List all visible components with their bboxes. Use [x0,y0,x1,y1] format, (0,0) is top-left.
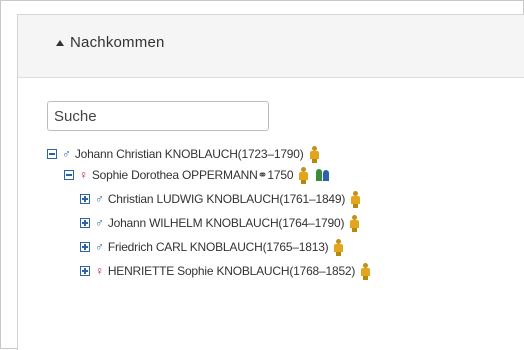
male-icon: ♂ [95,216,104,230]
panel-title: Nachkommen [70,34,165,51]
expand-toggle-icon[interactable] [80,218,90,228]
expand-toggle-icon[interactable] [80,266,90,276]
male-icon: ♂ [95,192,104,206]
collapse-toggle-icon[interactable] [64,170,74,180]
tree-node-label[interactable]: Friedrich CARL KNOBLAUCH(1765–1813) [108,240,329,254]
female-icon: ♀ [95,264,104,278]
female-icon: ♀ [79,168,88,182]
person-icon[interactable] [309,145,319,163]
male-icon: ♂ [95,240,104,254]
panel-header[interactable]: Nachkommen [18,15,524,78]
tree-node[interactable]: ♂ Johann WILHELM KNOBLAUCH(1764–1790) [80,214,360,232]
collapse-caret-icon[interactable] [56,40,64,46]
expand-toggle-icon[interactable] [80,242,90,252]
tree-node[interactable]: ♂ Friedrich CARL KNOBLAUCH(1765–1813) [80,238,344,256]
male-icon: ♂ [62,147,71,161]
search-input[interactable] [47,101,269,131]
tree-node[interactable]: ♀ Sophie Dorothea OPPERMANN⚭1750 [64,166,330,184]
tree-node-label[interactable]: HENRIETTE Sophie KNOBLAUCH(1768–1852) [108,264,356,278]
collapse-toggle-icon[interactable] [47,149,57,159]
tree-node-label[interactable]: Sophie Dorothea OPPERMANN⚭1750 [92,168,294,182]
tree-node[interactable]: ♂ Johann Christian KNOBLAUCH(1723–1790) [47,145,319,163]
couple-icon[interactable] [316,169,330,181]
person-icon[interactable] [299,166,309,184]
expand-toggle-icon[interactable] [80,194,90,204]
person-icon[interactable] [351,190,361,208]
tree-node[interactable]: ♀ HENRIETTE Sophie KNOBLAUCH(1768–1852) [80,262,371,280]
tree-node-label[interactable]: Johann Christian KNOBLAUCH(1723–1790) [75,147,304,161]
person-icon[interactable] [350,214,360,232]
tree-node[interactable]: ♂ Christian LUDWIG KNOBLAUCH(1761–1849) [80,190,361,208]
tree-node-label[interactable]: Johann WILHELM KNOBLAUCH(1764–1790) [108,216,345,230]
person-icon[interactable] [334,238,344,256]
person-icon[interactable] [361,262,371,280]
descendants-panel: Nachkommen ♂ Johann Christian KNOBLAUCH(… [17,14,524,350]
tree-node-label[interactable]: Christian LUDWIG KNOBLAUCH(1761–1849) [108,192,346,206]
